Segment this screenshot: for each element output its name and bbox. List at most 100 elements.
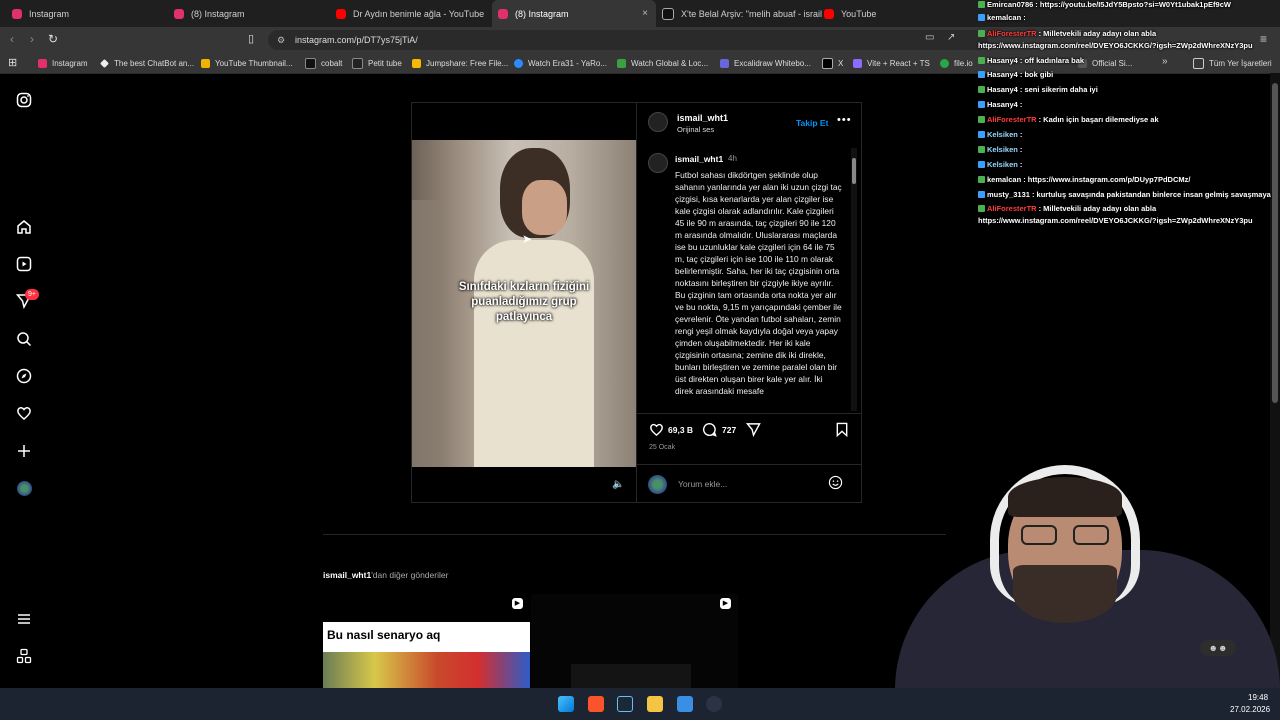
caption-time: 4h (728, 154, 737, 163)
video-overlay-text: Sınıfdaki kızların fiziğini puanladığımı… (458, 281, 590, 323)
bookmark-item[interactable]: Petit tube (352, 53, 402, 73)
explore-icon[interactable] (14, 366, 34, 386)
chat-text: : (1019, 145, 1023, 154)
x-favicon-icon (662, 7, 674, 20)
more-post-thumb-1[interactable]: Bu nasıl senaryo aq ▶ (323, 594, 530, 688)
bookmark-page-icon[interactable]: ▯ (248, 32, 254, 45)
bookmark-item[interactable]: cobalt (305, 53, 342, 73)
caption-avatar[interactable] (648, 153, 668, 173)
reel-badge-icon: ▶ (512, 598, 523, 609)
tab-title: Dr Aydın benimle ağla - YouTube (353, 8, 485, 19)
messages-icon[interactable]: 9+ (14, 289, 39, 311)
also-from-meta-icon[interactable] (14, 646, 34, 666)
folder-icon (1193, 57, 1204, 69)
bookmark-item[interactable]: The best ChatBot an... (100, 53, 194, 73)
page-scrollbar-thumb[interactable] (1272, 83, 1278, 403)
bookmark-label: Vite + React + TS (867, 58, 930, 68)
windows-taskbar (0, 688, 1280, 720)
menu-icon[interactable]: ≡ (1260, 32, 1267, 46)
chat-badge-icon (978, 101, 985, 108)
tab-x[interactable]: X'te Belal Arşiv: "melih abuaf - israil (656, 0, 822, 27)
audio-label[interactable]: Orijinal ses (677, 125, 714, 134)
mute-icon[interactable]: 🔈 (612, 479, 624, 490)
bookmark-item[interactable]: file.io (940, 53, 973, 73)
chat-message: Hasany4: bok gibi (978, 70, 1053, 79)
author-username[interactable]: ismail_wht1 (677, 113, 728, 123)
url-bar[interactable]: ⚙ instagram.com/p/DT7ys75jTiA/ (268, 30, 988, 50)
follow-button[interactable]: Takip Et (796, 118, 828, 128)
bookmark-item[interactable]: Watch Global & Loc... (617, 53, 708, 73)
file-explorer-icon[interactable] (647, 696, 663, 712)
search-icon[interactable] (14, 329, 34, 349)
tab-instagram[interactable]: Instagram (6, 0, 172, 27)
bookmark-item[interactable]: Instagram (38, 53, 88, 73)
chat-badge-icon (978, 205, 985, 212)
notification-badge: 9+ (25, 289, 39, 300)
reels-icon[interactable] (14, 254, 34, 274)
close-tab-icon[interactable]: × (642, 8, 648, 19)
caption-username[interactable]: ismail_wht1 (675, 154, 723, 164)
taskbar-date[interactable]: 27.02.2026 (1230, 705, 1270, 714)
bookmark-item[interactable]: Watch Era31 - YaRo... (514, 53, 607, 73)
caption-text: Futbol sahası dikdörtgen şeklinde olup s… (675, 170, 842, 396)
bookmark-item[interactable]: Jumpshare: Free File... (412, 53, 508, 73)
excalidraw-icon (720, 58, 729, 68)
forward-icon[interactable]: › (30, 32, 34, 46)
more-options-icon[interactable]: ••• (837, 114, 852, 126)
more-posts-user[interactable]: ismail_wht1 (323, 570, 371, 580)
bookmark-item[interactable]: YouTube Thumbnail... (201, 53, 293, 73)
taskbar-time[interactable]: 19:48 (1248, 693, 1268, 702)
windows-start-icon[interactable] (558, 696, 574, 712)
like-count[interactable]: 69,3 B (668, 425, 693, 435)
emoji-icon[interactable] (828, 475, 843, 493)
webcam-overlay: ☻☻ (895, 455, 1280, 688)
bookmark-item[interactable]: X (822, 53, 843, 73)
more-menu-icon[interactable] (14, 609, 34, 629)
home-icon[interactable] (14, 217, 34, 237)
scrollbar-thumb[interactable] (852, 158, 856, 184)
reload-icon[interactable]: ↻ (48, 32, 58, 46)
tab-youtube[interactable]: YouTube (818, 0, 974, 27)
tab-instagram-8[interactable]: (8) Instagram (168, 0, 334, 27)
x-icon (822, 57, 833, 69)
chat-badge-icon (978, 71, 985, 78)
profile-avatar[interactable] (14, 478, 34, 498)
author-avatar[interactable] (648, 112, 668, 132)
site-settings-icon[interactable]: ⚙ (277, 30, 285, 50)
chat-message: Hasany4: seni sikerim daha iyi (978, 85, 1098, 94)
bookmark-item[interactable]: Vite + React + TS (853, 53, 930, 73)
create-plus-icon[interactable] (14, 441, 34, 461)
save-bookmark-icon[interactable] (835, 422, 849, 440)
more-post-thumb-2[interactable]: ▶ (531, 594, 738, 688)
share-icon[interactable]: ↗ (947, 32, 955, 43)
notifications-heart-icon[interactable] (14, 403, 34, 423)
tab-youtube-video[interactable]: Dr Aydın benimle ağla - YouTube (330, 0, 496, 27)
back-icon[interactable]: ‹ (10, 32, 14, 46)
steam-icon[interactable] (617, 696, 633, 712)
youtube-favicon-icon (336, 8, 346, 19)
settings-gear-icon[interactable] (706, 696, 722, 712)
cobalt-icon (305, 57, 316, 69)
thumb-dark-image (571, 664, 691, 688)
like-heart-icon[interactable] (649, 422, 664, 440)
bookmark-item[interactable]: Official Si... (1078, 53, 1132, 73)
instagram-logo-icon[interactable] (14, 90, 34, 110)
comment-icon[interactable] (702, 422, 717, 440)
brave-browser-icon[interactable] (588, 696, 604, 712)
tab-instagram-active[interactable]: (8) Instagram × (492, 0, 656, 27)
reel-video[interactable]: Sınıfdaki kızların fiziğini puanladığımı… (412, 140, 636, 467)
all-bookmarks[interactable]: Tüm Yer İşaretleri (1193, 53, 1272, 73)
share-icon[interactable] (745, 422, 761, 440)
chat-message: kemalcan: (978, 13, 1026, 22)
bookmark-item[interactable]: Excalidraw Whitebo... (720, 53, 811, 73)
cast-icon[interactable]: ▭ (925, 32, 934, 43)
more-bookmarks-icon[interactable]: » (1162, 56, 1168, 67)
apps-icon[interactable]: ⊞ (8, 56, 17, 69)
chat-username: kemalcan (987, 13, 1022, 22)
comment-input[interactable]: Yorum ekle... (678, 479, 727, 489)
chat-message: AliForesterTR: Kadın için başarı dilemed… (978, 115, 1159, 124)
comment-count[interactable]: 727 (722, 425, 736, 435)
photos-icon[interactable] (677, 696, 693, 712)
chat-badge-icon (978, 116, 985, 123)
caption-scrollbar[interactable] (851, 148, 857, 411)
